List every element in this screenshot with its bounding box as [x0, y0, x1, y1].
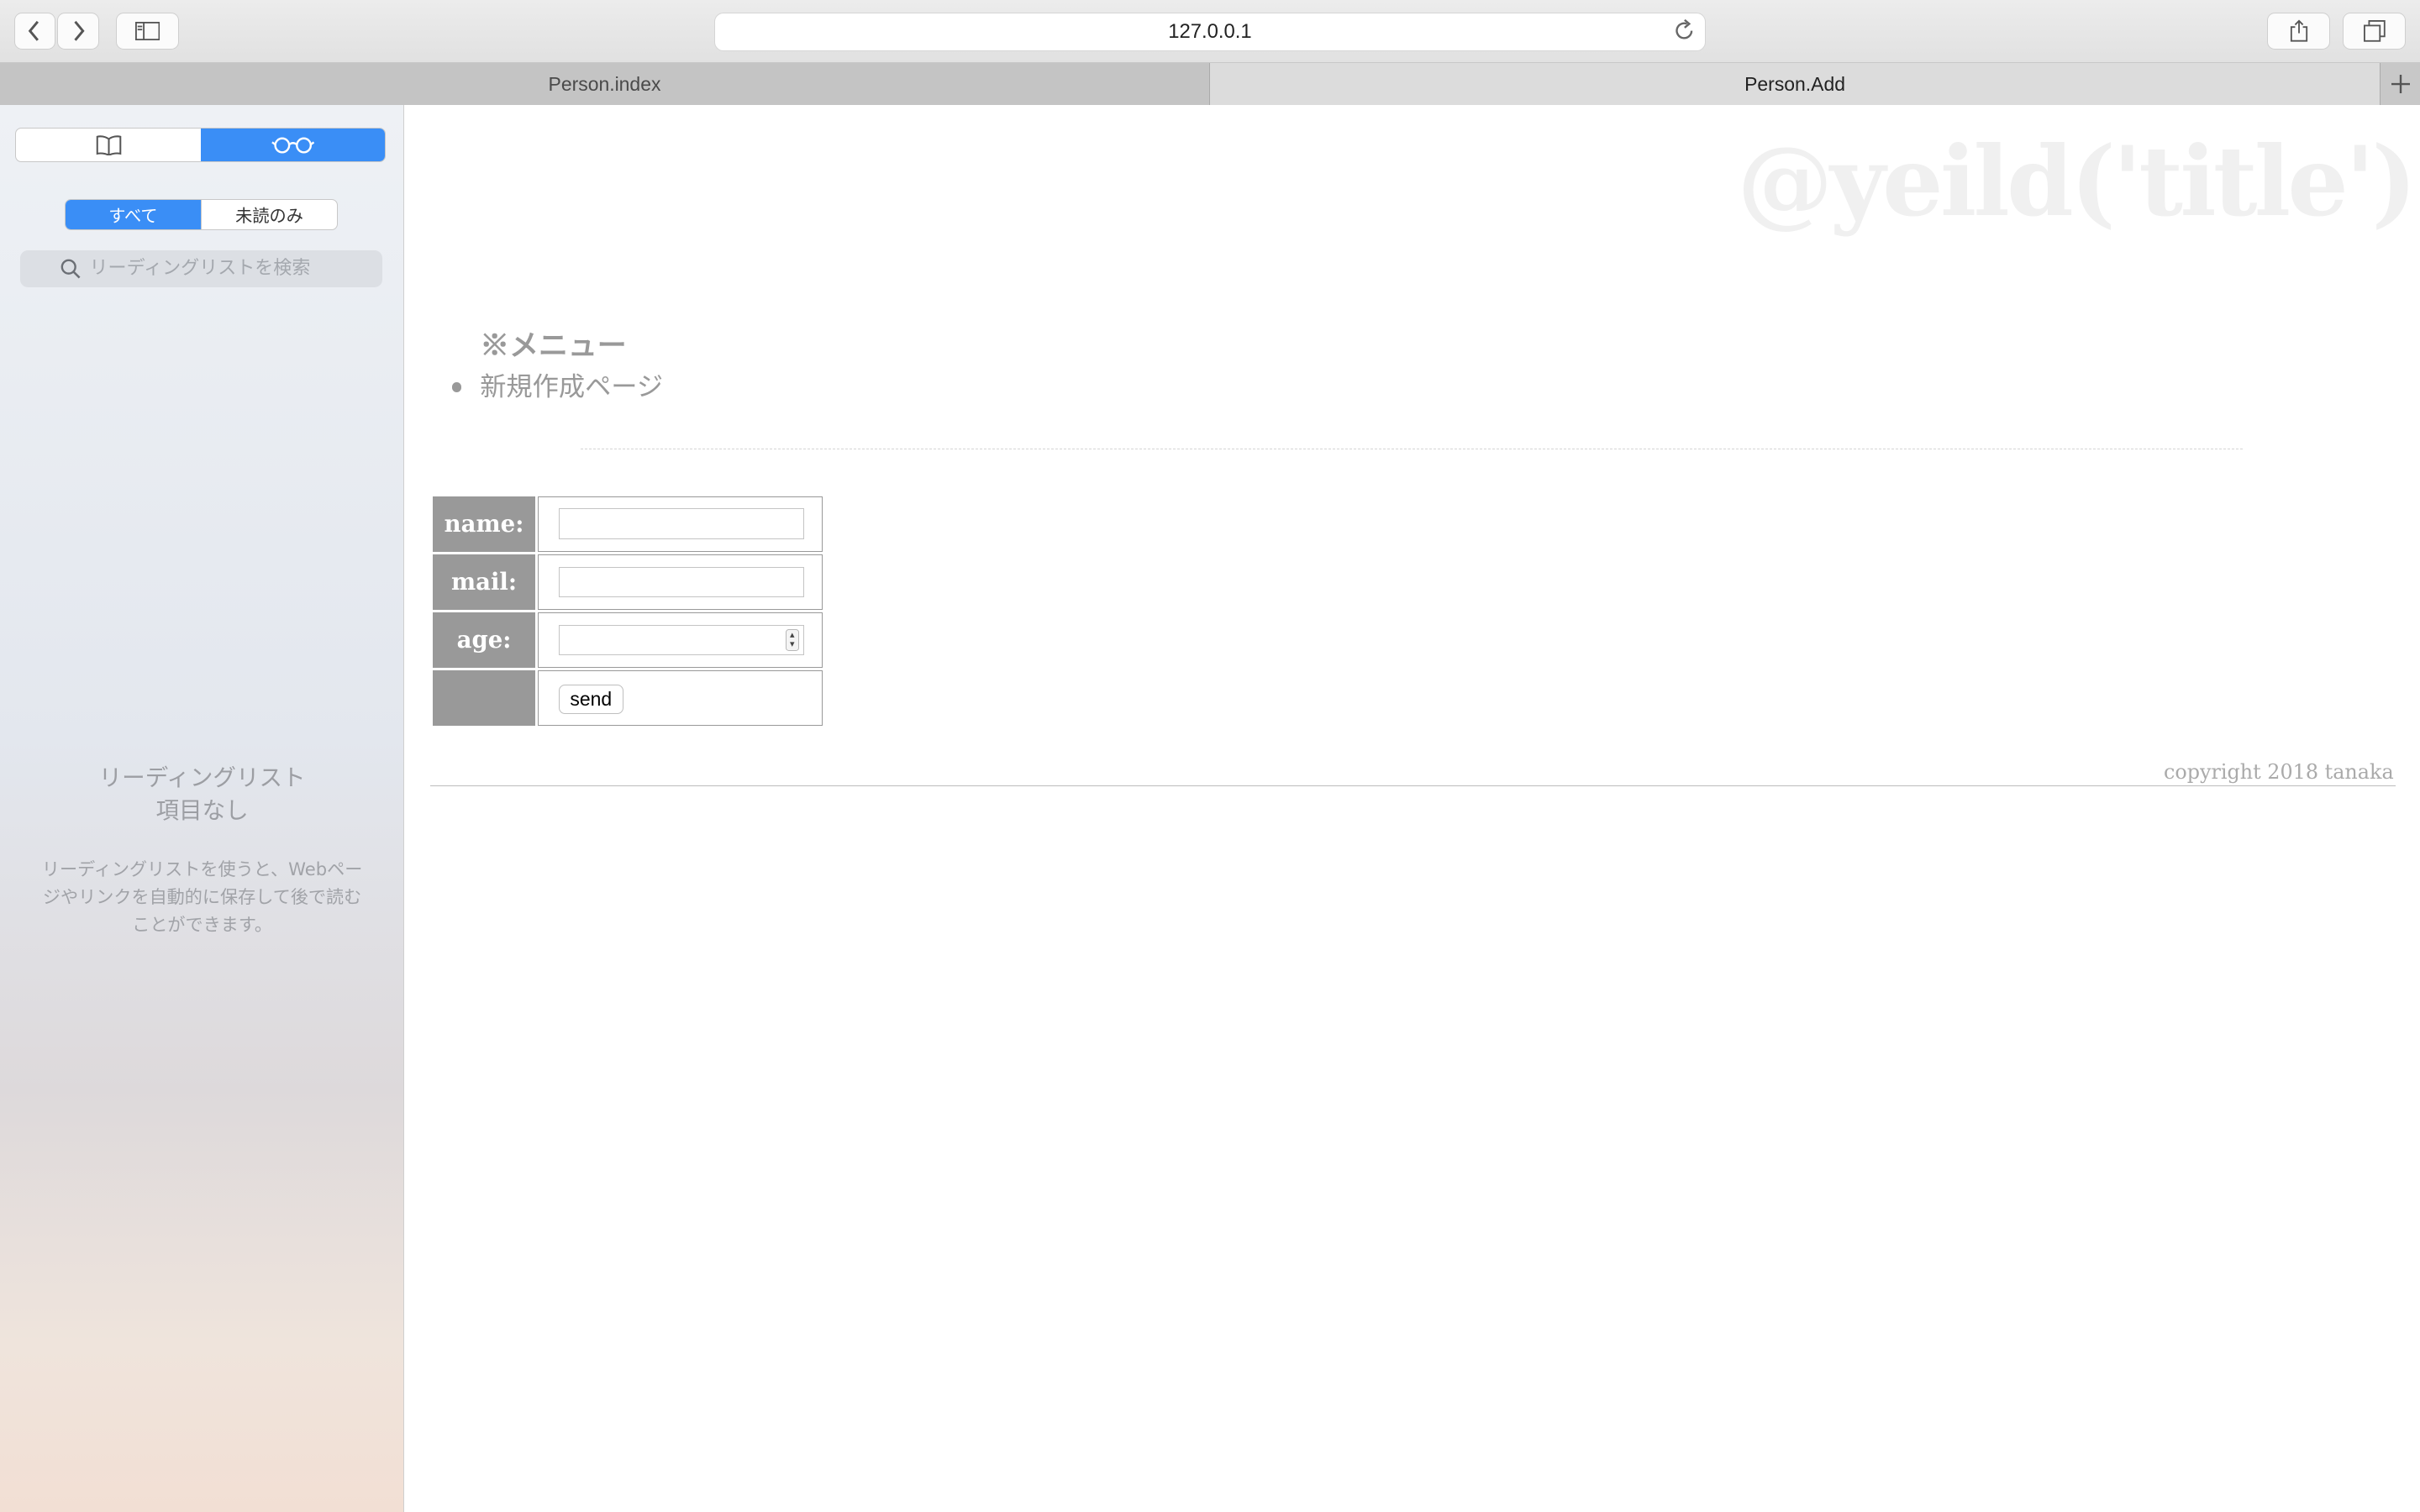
mail-label: mail:: [433, 554, 535, 610]
page-content: @yeild('title') ※メニュー 新規作成ページ name: mail…: [406, 106, 2420, 1512]
reading-list-search: [19, 249, 383, 287]
age-cell: ▴ ▾: [537, 612, 823, 669]
sidebar-icon: [134, 21, 160, 40]
page-heading: @yeild('title'): [1737, 124, 2417, 238]
empty-label-cell: [433, 670, 535, 727]
form-row-mail: mail:: [433, 554, 823, 610]
person-form: name: mail: age: ▴ ▾ send: [430, 494, 825, 728]
tab-label: Person.index: [548, 72, 661, 95]
empty-state-title: リーディングリスト 項目なし: [0, 762, 404, 827]
send-button[interactable]: send: [558, 684, 623, 714]
name-input[interactable]: [558, 508, 804, 540]
reload-icon[interactable]: [1674, 18, 1696, 48]
mail-input[interactable]: [558, 566, 804, 598]
form-row-submit: send: [433, 670, 823, 727]
tab-label: Person.Add: [1744, 72, 1845, 95]
mail-cell: [537, 554, 823, 610]
reading-list-tab[interactable]: [200, 129, 386, 161]
sidebar-mode-switch: [15, 128, 387, 162]
share-icon: [2290, 19, 2307, 42]
reading-list-search-input[interactable]: [89, 258, 376, 280]
menu-title: ※メニュー: [480, 328, 627, 363]
back-button[interactable]: [13, 12, 56, 50]
age-field: ▴ ▾: [558, 624, 804, 656]
name-cell: [537, 496, 823, 552]
glasses-icon: [271, 137, 314, 154]
empty-state-description: リーディングリストを使うと、Webページやリンクを自動的に保存して後で読むことが…: [41, 858, 363, 935]
forward-button[interactable]: [56, 12, 99, 50]
form-row-age: age: ▴ ▾: [433, 612, 823, 669]
tabs-icon: [2363, 19, 2386, 42]
sidebar-toggle-button[interactable]: [115, 12, 180, 50]
search-icon: [60, 259, 81, 279]
book-icon: [96, 135, 121, 156]
filter-unread-button[interactable]: 未読のみ: [200, 199, 337, 229]
tab-bar: Person.index Person.Add: [0, 63, 2420, 105]
reading-list-sidebar: すべて 未読のみ リーディングリスト 項目なし リーディングリストを使うと、We…: [0, 104, 405, 1512]
url-text: 127.0.0.1: [1168, 19, 1252, 43]
tab-person-index[interactable]: Person.index: [0, 63, 1210, 105]
footer-rule: [430, 785, 2396, 786]
filter-all-button[interactable]: すべて: [66, 199, 201, 229]
address-bar[interactable]: 127.0.0.1: [714, 12, 1706, 51]
browser-toolbar: 127.0.0.1: [0, 0, 2420, 64]
empty-title-line1: リーディングリスト: [98, 764, 306, 792]
age-input[interactable]: [558, 624, 804, 656]
menu-list: 新規作成ページ: [452, 365, 663, 403]
reading-list-filter: すべて 未読のみ: [65, 198, 339, 230]
tab-person-add[interactable]: Person.Add: [1209, 63, 2381, 105]
menu-item-new-page: 新規作成ページ: [452, 365, 663, 403]
age-stepper[interactable]: ▴ ▾: [785, 629, 800, 651]
tab-overview-button[interactable]: [2343, 12, 2407, 50]
chevron-right-icon: [73, 20, 85, 41]
form-row-name: name:: [433, 496, 823, 552]
new-tab-button[interactable]: [2380, 63, 2420, 105]
empty-title-line2: 項目なし: [155, 796, 249, 824]
submit-cell: send: [537, 670, 823, 727]
plus-icon: [2391, 75, 2410, 94]
share-button[interactable]: [2267, 12, 2331, 50]
age-label: age:: [433, 612, 535, 669]
chevron-left-icon: [28, 20, 39, 41]
bookmarks-tab[interactable]: [16, 129, 200, 160]
name-label: name:: [433, 496, 535, 552]
copyright-text: copyright 2018 tanaka: [2163, 760, 2394, 785]
